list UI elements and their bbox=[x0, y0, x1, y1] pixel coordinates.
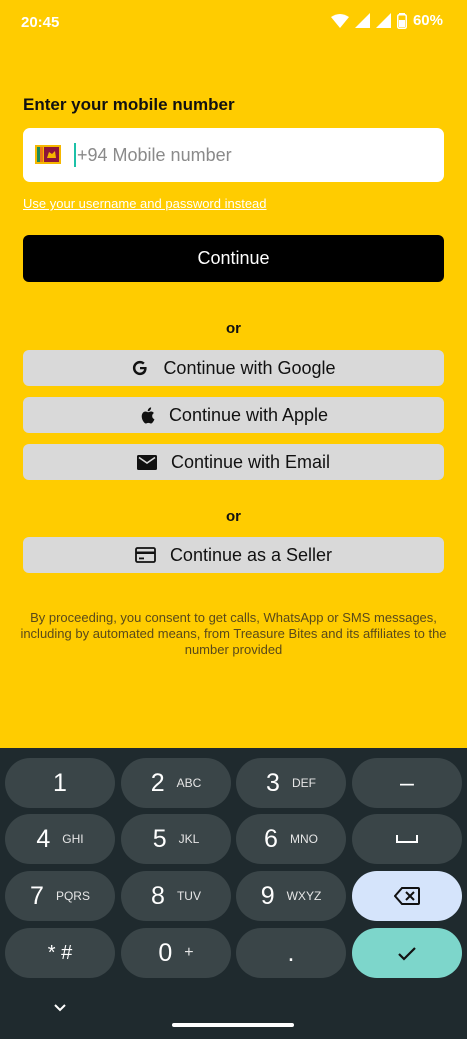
credit-card-icon bbox=[135, 547, 156, 563]
phone-input[interactable] bbox=[77, 128, 427, 182]
or-divider: or bbox=[226, 320, 241, 337]
space-icon bbox=[396, 835, 418, 843]
key-done[interactable] bbox=[352, 928, 462, 978]
key-label: 7 bbox=[30, 881, 44, 910]
key-sublabel: TUV bbox=[176, 889, 201, 903]
key-label: 8 bbox=[151, 881, 165, 910]
key-space[interactable] bbox=[352, 814, 462, 864]
wifi-icon bbox=[330, 13, 349, 28]
key-0[interactable]: 0 + bbox=[121, 928, 231, 978]
key-4[interactable]: 4 GHI bbox=[5, 814, 115, 864]
apple-icon bbox=[141, 406, 155, 423]
key-7[interactable]: 7 PQRS bbox=[5, 871, 115, 921]
or-divider-2: or bbox=[226, 508, 241, 525]
continue-seller-button[interactable]: Continue as a Seller bbox=[23, 537, 444, 573]
key-sublabel: GHI bbox=[62, 832, 84, 846]
key-label: – bbox=[400, 768, 414, 797]
continue-apple-button[interactable]: Continue with Apple bbox=[23, 397, 444, 433]
google-label: Continue with Google bbox=[163, 357, 336, 378]
key-3[interactable]: 3 DEF bbox=[236, 758, 346, 808]
key-label: 9 bbox=[260, 881, 275, 910]
seller-label: Continue as a Seller bbox=[169, 544, 333, 565]
status-icons: 60% bbox=[330, 12, 443, 29]
signal-icon bbox=[354, 13, 370, 28]
key-label: * # bbox=[47, 941, 73, 964]
username-password-link[interactable]: Use your username and password instead bbox=[23, 196, 267, 211]
continue-google-button[interactable]: Continue with Google bbox=[23, 350, 444, 386]
continue-email-button[interactable]: Continue with Email bbox=[23, 444, 444, 480]
battery-percent: 60% bbox=[412, 12, 443, 29]
battery-icon bbox=[396, 12, 407, 29]
key-sublabel: + bbox=[184, 944, 194, 961]
apple-label: Continue with Apple bbox=[168, 404, 329, 425]
key-sublabel: DEF bbox=[291, 776, 316, 790]
key-star-hash[interactable]: * # bbox=[5, 928, 115, 978]
google-icon bbox=[133, 360, 148, 376]
key-minus[interactable]: – bbox=[352, 758, 462, 808]
key-label: 1 bbox=[53, 768, 67, 797]
phone-field[interactable] bbox=[23, 128, 444, 182]
key-5[interactable]: 5 JKL bbox=[121, 814, 231, 864]
key-sublabel: MNO bbox=[289, 832, 318, 846]
key-sublabel: PQRS bbox=[55, 889, 90, 903]
sri-lanka-flag-icon bbox=[35, 145, 61, 164]
key-sublabel: JKL bbox=[178, 832, 200, 846]
chevron-down-icon[interactable] bbox=[52, 1003, 68, 1013]
key-label: 3 bbox=[266, 768, 280, 797]
text-cursor bbox=[74, 143, 76, 167]
key-label: 6 bbox=[264, 824, 278, 853]
key-8[interactable]: 8 TUV bbox=[121, 871, 231, 921]
key-label: 0 bbox=[158, 938, 173, 967]
home-indicator[interactable] bbox=[172, 1023, 294, 1027]
status-bar: 20:45 60% bbox=[0, 0, 467, 46]
key-label: 4 bbox=[36, 824, 51, 853]
key-2[interactable]: 2 ABC bbox=[121, 758, 231, 808]
page-title: Enter your mobile number bbox=[23, 95, 235, 114]
continue-button[interactable]: Continue bbox=[23, 235, 444, 282]
mail-icon bbox=[136, 454, 157, 470]
key-label: 2 bbox=[150, 768, 165, 797]
key-9[interactable]: 9 WXYZ bbox=[236, 871, 346, 921]
consent-disclaimer: By proceeding, you consent to get calls,… bbox=[20, 610, 447, 657]
key-6[interactable]: 6 MNO bbox=[236, 814, 346, 864]
key-1[interactable]: 1 bbox=[5, 758, 115, 808]
backspace-icon bbox=[394, 887, 420, 905]
key-label: 5 bbox=[152, 824, 167, 853]
numeric-keyboard: 1 2 ABC 3 DEF – 4 GHI 5 JKL 6 MNO 7 PQRS 8 TUV … bbox=[0, 748, 467, 1039]
key-sublabel: ABC bbox=[176, 776, 202, 790]
key-backspace[interactable] bbox=[352, 871, 462, 921]
email-label: Continue with Email bbox=[170, 451, 331, 472]
check-icon bbox=[398, 946, 416, 961]
signal-icon-2 bbox=[375, 13, 391, 28]
status-time: 20:45 bbox=[21, 14, 60, 31]
key-dot[interactable]: . bbox=[236, 928, 346, 978]
key-sublabel: WXYZ bbox=[286, 889, 322, 903]
key-label: . bbox=[287, 938, 295, 967]
